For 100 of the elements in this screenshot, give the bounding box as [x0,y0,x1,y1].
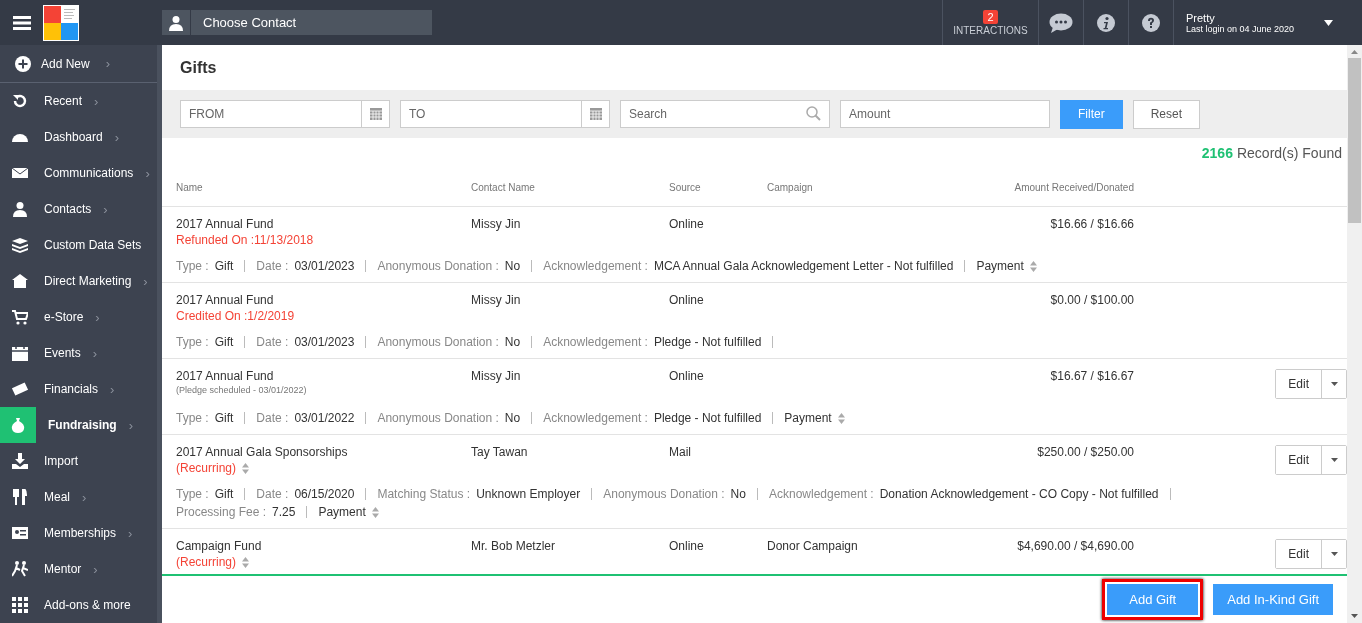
record-count: 2166 [1201,145,1233,161]
sidebar-item[interactable]: Events › [0,335,157,371]
running-people-icon [12,561,28,577]
user-menu[interactable]: Pretty Last login on 04 June 2020 [1173,0,1347,45]
payment-label: Payment [976,259,1024,273]
detail-field: Type : Gift [176,411,234,425]
envelope-icon [12,165,28,181]
table-cell-text: Online [669,539,705,553]
calendar-icon[interactable] [369,108,382,120]
table-cell-text: Mail [669,445,692,459]
table-cell: Donor Campaign [767,539,858,553]
payment-label: Payment [318,505,366,519]
from-date-field[interactable]: FROM [180,100,362,128]
sidebar-item[interactable]: Memberships › [0,515,157,551]
search-field[interactable]: Search [620,100,830,128]
detail-field: Acknowledgement : MCA Annual Gala Acknowledgement Letter - Not fulfilled [543,259,954,273]
detail-field: Type : Gift [176,259,234,273]
column-header: Campaign [767,181,814,193]
chat-icon[interactable] [1049,12,1073,33]
sidebar-item[interactable]: Recent › [0,83,157,119]
table-cell-text: $250.00 / $250.00 [1036,445,1134,459]
to-date-field[interactable]: TO [400,100,582,128]
scroll-up-icon[interactable] [1351,50,1358,54]
payment-label: Payment [784,411,832,425]
detail-field: Date : 03/01/2023 [256,335,355,349]
scrollbar-thumb[interactable] [1348,58,1361,223]
table-cell-text: Missy Jin [471,217,522,231]
gift-status: (Recurring) [176,461,236,475]
sort-icon[interactable] [837,412,845,424]
download-icon [12,453,28,469]
table-cell-text: $0.00 / $100.00 [1049,293,1134,307]
sidebar-item[interactable]: Custom Data Sets [0,227,157,263]
help-icon[interactable] [1142,13,1160,32]
sort-icon[interactable] [1029,260,1037,272]
sidebar-item[interactable]: e-Store › [0,299,157,335]
house-icon [12,273,28,289]
caret-icon [1330,382,1338,386]
scroll-down-icon[interactable] [1351,614,1358,618]
gift-name: 2017 Annual Fund [176,217,275,231]
amount-field[interactable]: Amount [840,100,1050,128]
detail-field: Acknowledgement : Pledge - Not fulfilled [543,335,762,349]
detail-field: Acknowledgement : Pledge - Not fulfilled [543,411,762,425]
column-header: Name [176,181,204,193]
cart-icon [12,309,28,325]
sort-icon[interactable] [371,506,379,518]
sort-icon[interactable] [242,556,249,568]
page-title: Gifts [179,57,218,78]
column-header: Amount Received/Donated [1013,181,1134,193]
detail-field: Type : Gift [176,487,234,501]
detail-field: Processing Fee : 7.25 [176,505,296,519]
sidebar-item[interactable]: Direct Marketing › [0,263,157,299]
plus-circle-icon [15,55,31,72]
sidebar-item[interactable]: Contacts › [0,191,157,227]
detail-field: Type : Gift [176,335,234,349]
search-icon [806,106,821,121]
gift-name: 2017 Annual Fund [176,369,275,383]
sidebar-item[interactable]: Import [0,443,157,479]
menu-icon[interactable] [13,15,31,30]
gift-status: (Pledge scheduled - 03/01/2022) [176,385,307,395]
table-cell-text: Online [669,369,705,383]
detail-field: Date : 06/15/2020 [256,487,355,501]
sidebar-item[interactable]: Add-ons & more [0,587,157,623]
edit-button[interactable]: Edit [1276,370,1322,398]
grid-icon [12,597,28,613]
detail-field: Date : 03/01/2022 [256,411,355,425]
table-cell-text: $16.66 / $16.66 [1049,217,1134,231]
contact-picker[interactable]: Choose Contact [162,10,432,35]
sidebar-item[interactable]: Fundraising › [0,407,157,443]
gift-status: Credited On :1/2/2019 [176,309,295,323]
table-cell-text: $4,690.00 / $4,690.00 [1016,539,1134,553]
edit-button[interactable]: Edit [1276,540,1322,568]
sidebar-item[interactable]: Communications › [0,155,157,191]
count-badge: 2 [983,9,998,24]
gift-status: Refunded On :11/13/2018 [176,233,314,247]
detail-field: Matching Status : Unknown Employer [377,487,581,501]
scrollbar[interactable] [1347,45,1362,623]
interactions-button[interactable]: 2 INTERACTIONS [942,0,1038,45]
sidebar-item[interactable]: Meal › [0,479,157,515]
detail-field: Date : 03/01/2023 [256,259,355,273]
detail-field: Acknowledgement : Donation Acknowledgement - CO Copy - Not fulfilled [768,487,1159,501]
sidebar-item[interactable]: Dashboard › [0,119,157,155]
detail-field: Anonymous Donation : No [377,411,521,425]
logo-drawing[interactable] [43,4,79,41]
sidebar-item[interactable]: Mentor › [0,551,157,587]
calendar-icon[interactable] [589,108,602,120]
sort-icon[interactable] [242,462,249,474]
gift-name: 2017 Annual Fund [176,293,275,307]
add-new-item[interactable]: Add New › [0,45,157,83]
reset-button[interactable]: Reset [1132,99,1201,129]
table-cell-text: Online [669,293,705,307]
edit-button[interactable]: Edit [1276,446,1322,474]
money-bag-icon [10,417,26,433]
column-header: Contact Name [471,181,536,193]
utensils-icon [12,489,28,505]
sidebar-item[interactable]: Financials › [0,371,157,407]
detail-field: Anonymous Donation : No [603,487,746,501]
gift-name: Campaign Fund [176,539,263,553]
gift-status: (Recurring) [176,555,236,569]
info-icon[interactable] [1097,13,1115,32]
table-cell-text: Missy Jin [471,293,522,307]
